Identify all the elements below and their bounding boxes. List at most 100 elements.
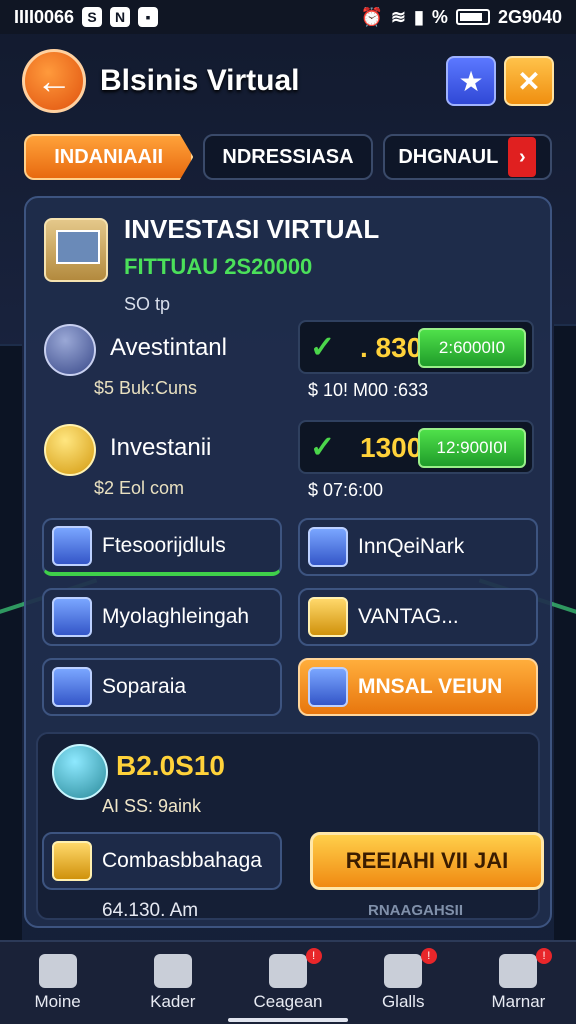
investment-subtitle: FITTUAU 2S20000 [124, 254, 313, 279]
wallet-icon [52, 841, 92, 881]
pill-sub: $ 10! M00 :633 [308, 380, 429, 400]
dashboard-icon [52, 526, 92, 566]
option-card-4[interactable]: VANTAG... [298, 588, 538, 646]
card-label: VANTAG... [358, 605, 459, 628]
status-bar: IIII0066 S N ▪ ⏰ ≋ ▮ % 2G9040 [0, 0, 576, 34]
nav-label: Glalls [381, 992, 425, 1011]
alarm-icon: ⏰ [360, 6, 383, 27]
users-icon [153, 954, 192, 988]
coins-icon [44, 424, 96, 476]
home-indicator [228, 1018, 348, 1022]
star-icon: ★ [458, 65, 484, 97]
pill-value: . 830 [360, 332, 423, 363]
option-card-3[interactable]: Myolaghleingah [42, 588, 282, 646]
battery-icon [455, 9, 490, 25]
home-icon [38, 954, 77, 988]
tab-3-label: DHGNAUL [398, 145, 499, 168]
nav-users[interactable]: Kader [115, 942, 230, 1024]
tab-2[interactable]: NDRESSIASA [203, 134, 373, 180]
investment-note: SO tp [124, 294, 171, 314]
tab-2-label: NDRESSIASA [222, 145, 354, 168]
nav-label: Ceagean [253, 992, 323, 1011]
money-stack-icon [52, 744, 108, 800]
bottom-nav: Moine Kader ! Ceagean ! Glalls ! Marnar [0, 940, 576, 1024]
balance-time: 64.130. Am [102, 900, 199, 921]
tab-3[interactable]: DHGNAUL › [382, 134, 552, 180]
nav-profile[interactable]: ! Marnar [461, 942, 576, 1024]
row-sub: $2 Eol com [94, 478, 185, 498]
database-icon [44, 324, 96, 376]
notification-badge: ! [420, 948, 437, 964]
option-card-1[interactable]: Ftesoorijdluls [42, 518, 282, 576]
nav-camera[interactable]: ! Ceagean [230, 942, 345, 1024]
check-icon: ✓ [310, 431, 336, 464]
investment-header: INVESTASI VIRTUAL FITTUAU 2S20000 SO tp [40, 210, 536, 320]
building-right [554, 324, 576, 964]
option-card-2[interactable]: InnQeiNark [298, 518, 538, 576]
server-icon [52, 597, 92, 637]
balance-box: B2.0S10 AI SS: 9aink Combasbbahaga REEIA… [36, 732, 544, 921]
value-pill: ✓ . 830 2:6000I0 [298, 320, 534, 374]
battery-percent: % [431, 6, 448, 27]
notification-badge: ! [305, 948, 322, 964]
row-name: Investanii [110, 434, 212, 461]
header: ← Blsinis Virtual ★ ✕ [22, 46, 554, 116]
option-card-6[interactable]: MNSAL VEIUN [298, 658, 538, 716]
app-notification-icon-3: ▪ [138, 7, 159, 27]
status-left-text: IIII0066 [14, 6, 75, 27]
box-icon [308, 667, 348, 707]
close-icon: ✕ [517, 65, 541, 97]
app-notification-icon: S [82, 7, 103, 27]
balance-footer-text: RNAAGAHSII [368, 902, 464, 919]
vault-icon [308, 597, 348, 637]
card-label: Ftesoorijdluls [102, 534, 226, 557]
page-title: Blsinis Virtual [100, 64, 300, 97]
nav-home[interactable]: Moine [0, 942, 115, 1024]
nav-label: Kader [150, 992, 196, 1011]
notification-badge: ! [536, 948, 553, 964]
nav-label: Moine [34, 992, 81, 1011]
tab-bar: INDANIAAII NDRESSIASA DHGNAUL › [24, 134, 552, 180]
tab-1-label: INDANIAAII [54, 145, 164, 168]
back-button[interactable]: ← [22, 49, 86, 113]
investment-row: Avestintanl $5 Buk:Cuns ✓ . 830 2:6000I0… [40, 320, 536, 410]
collect-button[interactable]: 2:6000I0 [418, 328, 526, 368]
card-label: MNSAL VEIUN [358, 675, 503, 698]
card-label: InnQeiNark [358, 535, 465, 558]
chevron-right-icon: › [508, 137, 537, 177]
option-card-5[interactable]: Soparaia [42, 658, 282, 716]
collect-button[interactable]: 12:900I0I [418, 428, 526, 468]
building-left [0, 344, 22, 964]
signal-icon: ▮ [414, 6, 424, 27]
favorite-button[interactable]: ★ [446, 56, 496, 106]
row-name: Avestintanl [110, 334, 227, 361]
tab-1[interactable]: INDANIAAII [24, 134, 194, 180]
pill-sub: $ 07:6:00 [308, 480, 384, 500]
cta-button[interactable]: REEIAHI VII JAI [310, 832, 544, 890]
balance-amount: B2.0S10 [116, 750, 225, 781]
close-button[interactable]: ✕ [504, 56, 554, 106]
profile-icon [499, 954, 538, 988]
card-label: Combasbbahaga [102, 849, 262, 872]
balance-card[interactable]: Combasbbahaga [42, 832, 282, 890]
investment-panel: INVESTASI VIRTUAL FITTUAU 2S20000 SO tp … [24, 196, 552, 928]
card-label: Soparaia [102, 675, 187, 698]
nav-trophy[interactable]: ! Glalls [346, 942, 461, 1024]
card-label: Myolaghleingah [102, 605, 250, 628]
app-notification-icon-2: N [110, 7, 131, 27]
trophy-icon [384, 954, 423, 988]
cube-icon [52, 667, 92, 707]
pill-value: 1300 [360, 432, 423, 463]
money-case-icon [44, 218, 108, 282]
back-arrow-icon: ← [36, 60, 72, 101]
investment-title: INVESTASI VIRTUAL [124, 214, 380, 244]
check-icon: ✓ [310, 331, 336, 364]
row-sub: $5 Buk:Cuns [94, 378, 198, 398]
wifi-icon: ≋ [390, 6, 407, 27]
camera-icon [269, 954, 307, 988]
nav-label: Marnar [491, 992, 546, 1011]
value-pill: ✓ 1300 12:900I0I [298, 420, 534, 474]
status-time: 2G9040 [497, 6, 562, 27]
investment-row: Investanii $2 Eol com ✓ 1300 12:900I0I $… [40, 420, 536, 510]
balance-sub: AI SS: 9aink [102, 796, 202, 816]
